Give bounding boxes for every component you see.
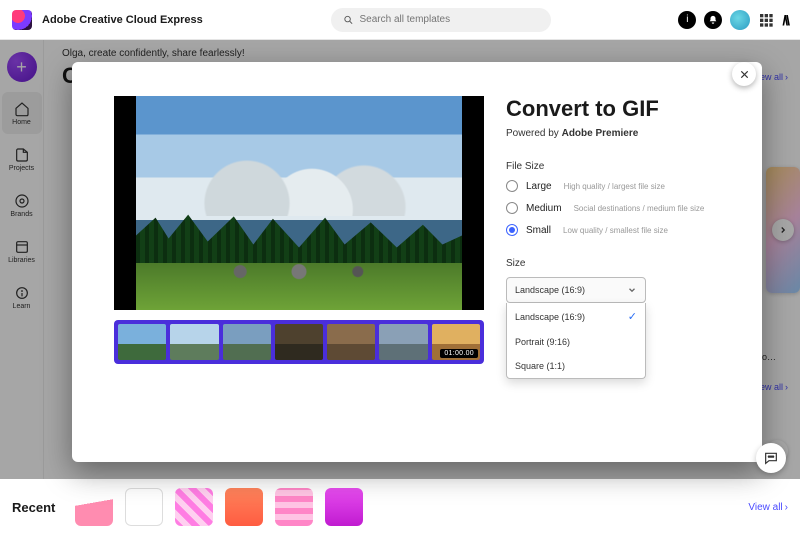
option-sub: Social destinations / medium file size	[574, 204, 705, 213]
size-option-square[interactable]: Square (1:1)	[507, 354, 645, 378]
filesize-option-large[interactable]: Large High quality / largest file size	[506, 180, 734, 192]
recent-thumb[interactable]	[75, 488, 113, 526]
option-label: Portrait (9:16)	[515, 337, 570, 347]
avatar[interactable]	[730, 10, 750, 30]
timeline-clip[interactable]	[223, 324, 271, 360]
option-label: Large	[526, 181, 552, 192]
convert-to-gif-modal: 01:00.00 Convert to GIF Powered by Adobe…	[72, 62, 762, 462]
timeline[interactable]: 01:00.00	[114, 320, 484, 364]
filesize-option-small[interactable]: Small Low quality / smallest file size	[506, 224, 734, 236]
app-switcher-icon[interactable]	[758, 12, 774, 28]
top-bar: Adobe Creative Cloud Express i /\\	[0, 0, 800, 40]
info-icon[interactable]: i	[678, 11, 696, 29]
size-dropdown-menu: Landscape (16:9) ✓ Portrait (9:16) Squar…	[506, 303, 646, 379]
option-sub: High quality / largest file size	[564, 182, 665, 191]
recent-thumb[interactable]	[275, 488, 313, 526]
top-right-controls: i /\\	[678, 10, 788, 30]
check-icon: ✓	[628, 310, 637, 323]
size-label: Size	[506, 258, 734, 269]
view-all-label: View all	[748, 502, 782, 513]
recent-thumb[interactable]	[375, 488, 413, 526]
notifications-icon[interactable]	[704, 11, 722, 29]
video-preview[interactable]	[114, 96, 484, 310]
recent-view-all-link[interactable]: View all ›	[748, 502, 788, 513]
letterbox-right	[462, 96, 484, 310]
recent-thumb[interactable]	[125, 488, 163, 526]
radio-icon[interactable]	[506, 224, 518, 236]
recent-thumb[interactable]	[175, 488, 213, 526]
radio-icon[interactable]	[506, 202, 518, 214]
radio-icon[interactable]	[506, 180, 518, 192]
preview-column: 01:00.00	[114, 96, 484, 434]
powered-by: Powered by Adobe Premiere	[506, 128, 734, 139]
powered-pre: Powered by	[506, 128, 562, 139]
recent-thumb[interactable]	[325, 488, 363, 526]
recent-thumb[interactable]	[225, 488, 263, 526]
recent-strip: Recent View all ›	[0, 479, 800, 535]
timeline-clip[interactable]	[118, 324, 166, 360]
modal-close-button[interactable]	[732, 62, 756, 86]
timecode-badge: 01:00.00	[440, 349, 478, 358]
option-label: Small	[526, 225, 551, 236]
recent-heading: Recent	[12, 500, 55, 515]
filesize-option-medium[interactable]: Medium Social destinations / medium file…	[506, 202, 734, 214]
chevron-down-icon	[627, 285, 637, 295]
app-name: Adobe Creative Cloud Express	[42, 14, 203, 26]
help-chat-button[interactable]	[756, 443, 786, 473]
option-label: Square (1:1)	[515, 361, 565, 371]
timeline-clip[interactable]	[170, 324, 218, 360]
search-input[interactable]	[360, 14, 539, 25]
filesize-label: File Size	[506, 161, 734, 172]
option-label: Landscape (16:9)	[515, 312, 585, 322]
modal-title: Convert to GIF	[506, 96, 734, 122]
letterbox-left	[114, 96, 136, 310]
app-logo	[12, 10, 32, 30]
timeline-clip[interactable]	[379, 324, 427, 360]
chevron-right-icon: ›	[785, 502, 788, 513]
search-icon	[343, 14, 354, 26]
option-label: Medium	[526, 203, 562, 214]
form-column: Convert to GIF Powered by Adobe Premiere…	[506, 96, 734, 434]
global-search[interactable]	[331, 8, 551, 32]
size-dropdown[interactable]: Landscape (16:9)	[506, 277, 646, 303]
powered-name: Adobe Premiere	[562, 128, 639, 139]
chat-icon	[763, 450, 779, 466]
close-icon	[739, 69, 750, 80]
size-option-landscape[interactable]: Landscape (16:9) ✓	[507, 303, 645, 330]
timeline-clip[interactable]	[275, 324, 323, 360]
timeline-clip[interactable]	[327, 324, 375, 360]
dropdown-selected: Landscape (16:9)	[515, 285, 585, 295]
option-sub: Low quality / smallest file size	[563, 226, 668, 235]
size-option-portrait[interactable]: Portrait (9:16)	[507, 330, 645, 354]
adobe-logo: /\\	[782, 12, 788, 28]
preview-image	[136, 96, 462, 310]
